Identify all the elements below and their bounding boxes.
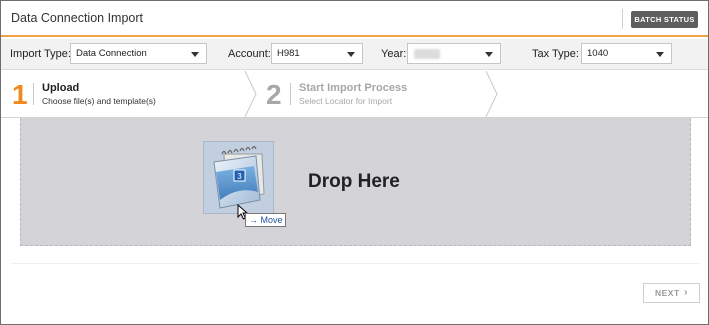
drag-move-tooltip: → Move bbox=[245, 213, 286, 227]
notepad-badge: 3 bbox=[237, 172, 242, 181]
batch-status-button[interactable]: BATCH STATUS bbox=[631, 11, 698, 28]
tax-type-label: Tax Type: bbox=[532, 48, 579, 60]
import-type-label: Import Type: bbox=[10, 48, 71, 60]
step-progress: 1 Upload Choose file(s) and template(s) … bbox=[1, 71, 708, 118]
account-label: Account: bbox=[228, 48, 271, 60]
step-arrow-icon bbox=[485, 71, 498, 117]
arrow-right-icon: → bbox=[249, 215, 258, 225]
step-subtitle: Select Locator for Import bbox=[299, 96, 393, 106]
step-number: 2 bbox=[266, 79, 282, 110]
redacted-year bbox=[414, 49, 440, 59]
step-separator bbox=[33, 83, 34, 105]
year-label: Year: bbox=[381, 48, 407, 60]
step-arrow-icon bbox=[244, 71, 257, 117]
window-title: Data Connection Import bbox=[11, 11, 144, 25]
year-select[interactable] bbox=[407, 43, 501, 64]
chevron-down-icon bbox=[191, 52, 199, 57]
account-select[interactable]: H981 bbox=[271, 43, 363, 64]
step-separator bbox=[290, 83, 291, 105]
step-title: Upload bbox=[42, 82, 80, 94]
import-type-value: Data Connection bbox=[76, 48, 147, 59]
filter-bar: Import Type: Data Connection Account: H9… bbox=[1, 39, 708, 70]
chevron-right-icon: › bbox=[684, 287, 688, 298]
account-value: H981 bbox=[277, 48, 300, 59]
chevron-down-icon bbox=[485, 52, 493, 57]
next-button[interactable]: NEXT › bbox=[643, 283, 700, 303]
chevron-down-icon bbox=[656, 52, 664, 57]
step-number: 1 bbox=[12, 79, 28, 110]
footer-divider bbox=[11, 263, 700, 264]
next-label: NEXT bbox=[655, 288, 680, 298]
move-label: Move bbox=[260, 215, 283, 225]
chevron-down-icon bbox=[347, 52, 355, 57]
title-bar: Data Connection Import BATCH STATUS bbox=[1, 1, 708, 37]
tax-type-select[interactable]: 1040 bbox=[581, 43, 672, 64]
step-subtitle: Choose file(s) and template(s) bbox=[42, 96, 156, 106]
drop-here-label: Drop Here bbox=[308, 171, 400, 192]
import-window: Data Connection Import BATCH STATUS Impo… bbox=[0, 0, 709, 325]
tax-type-value: 1040 bbox=[587, 48, 609, 59]
title-divider bbox=[622, 9, 623, 29]
step-title: Start Import Process bbox=[299, 82, 408, 94]
import-type-select[interactable]: Data Connection bbox=[70, 43, 207, 64]
